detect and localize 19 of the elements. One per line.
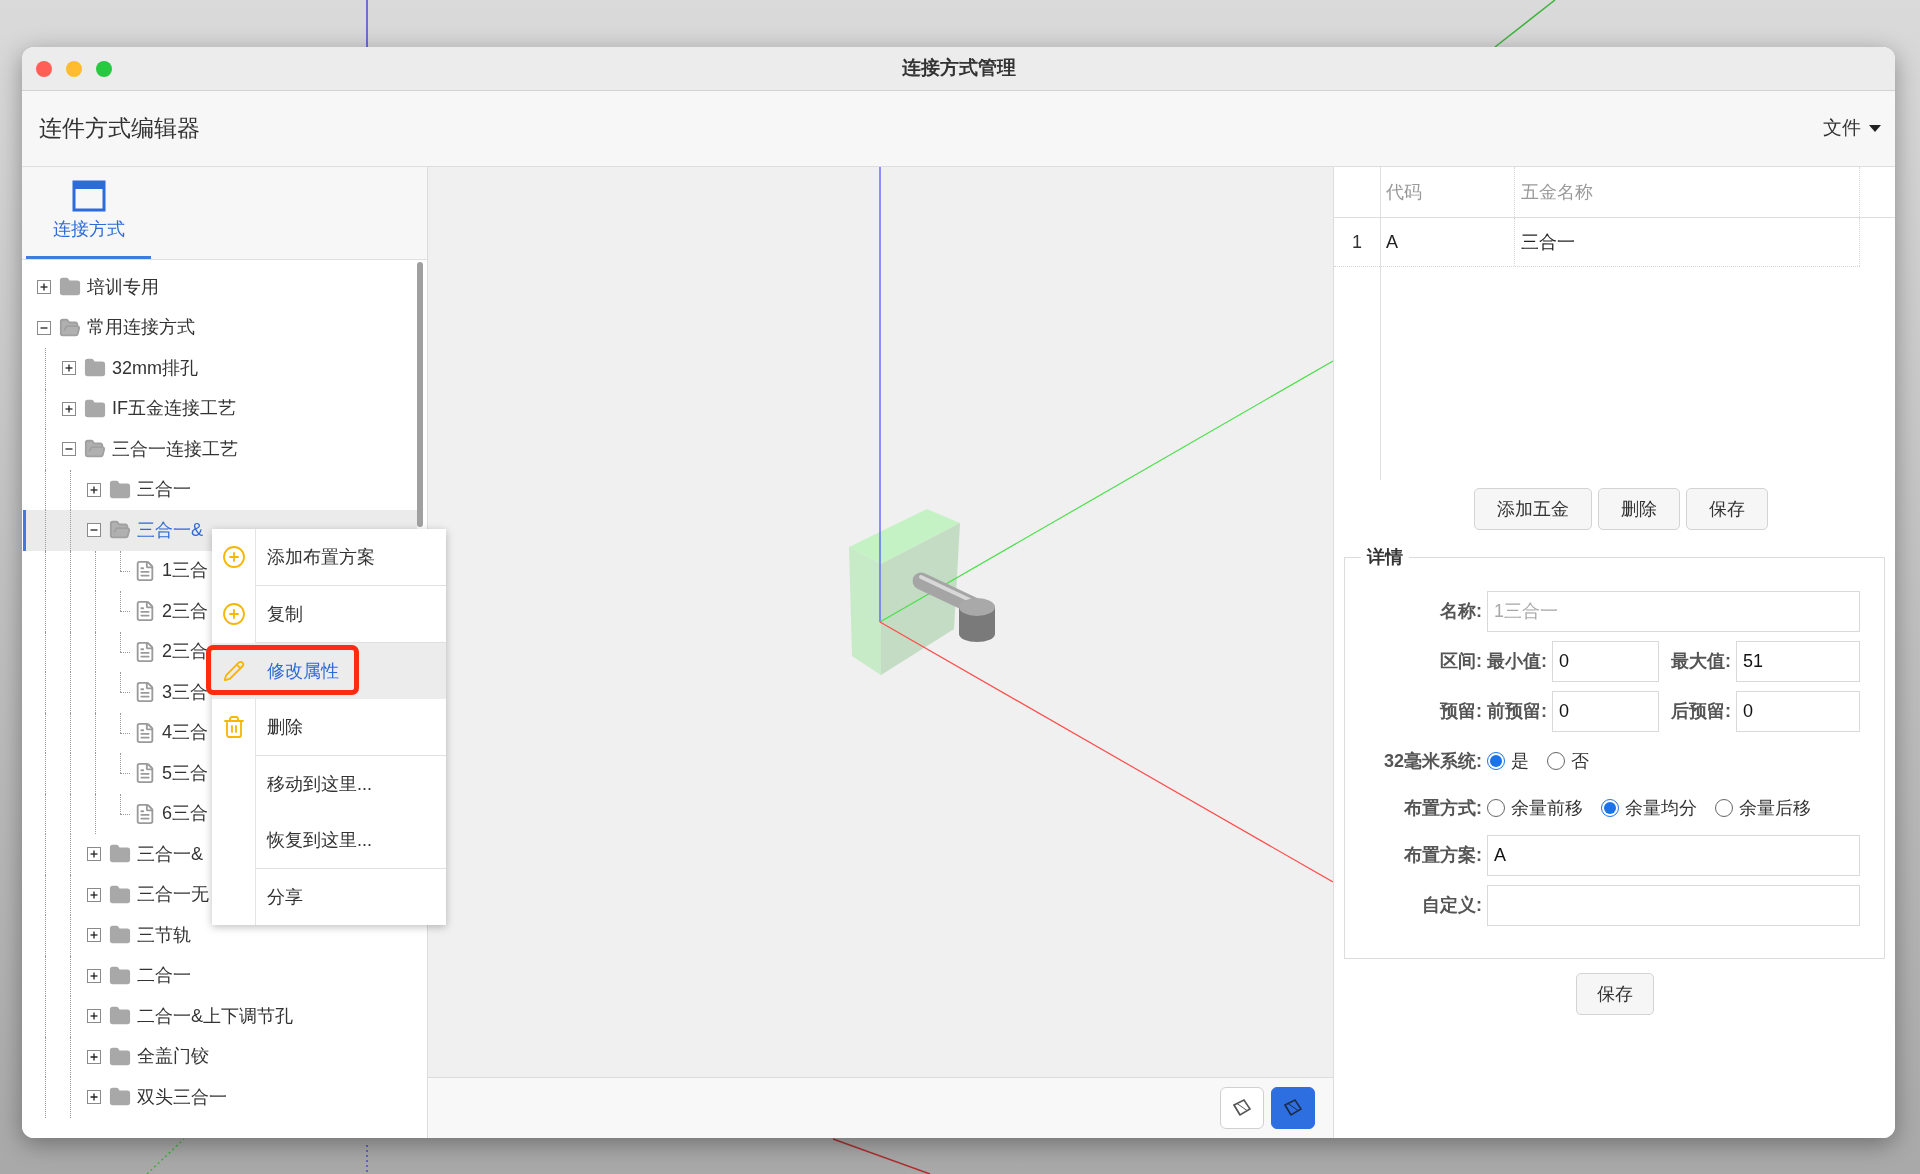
field-label: 布置方式: [1403, 796, 1482, 820]
field-label: 前预留: [1487, 700, 1547, 723]
field-label: 预留: [1438, 700, 1482, 723]
field-label: 最大值: [1671, 650, 1731, 673]
field-label: 32毫米系统: [1383, 749, 1482, 773]
column-header: 五金名称 [1515, 167, 1860, 217]
field-label: 自定义: [1421, 894, 1482, 917]
column-header: 代码 [1380, 167, 1515, 217]
field-label: 布置方案: [1403, 844, 1482, 867]
field-label: 区间: [1439, 650, 1482, 673]
row-number: 1 [1351, 230, 1363, 254]
field-label: 后预留: [1671, 700, 1731, 723]
field-label: 名称: [1439, 600, 1482, 623]
table-cell: A [1380, 218, 1515, 266]
field-label: 最小值: [1487, 650, 1547, 673]
table-cell: 三合一 [1515, 218, 1860, 266]
section-title: 详情 [1365, 546, 1404, 569]
window-title: 连接方式管理 [901, 56, 1016, 81]
app-title: 连件方式编辑器 [39, 114, 200, 144]
